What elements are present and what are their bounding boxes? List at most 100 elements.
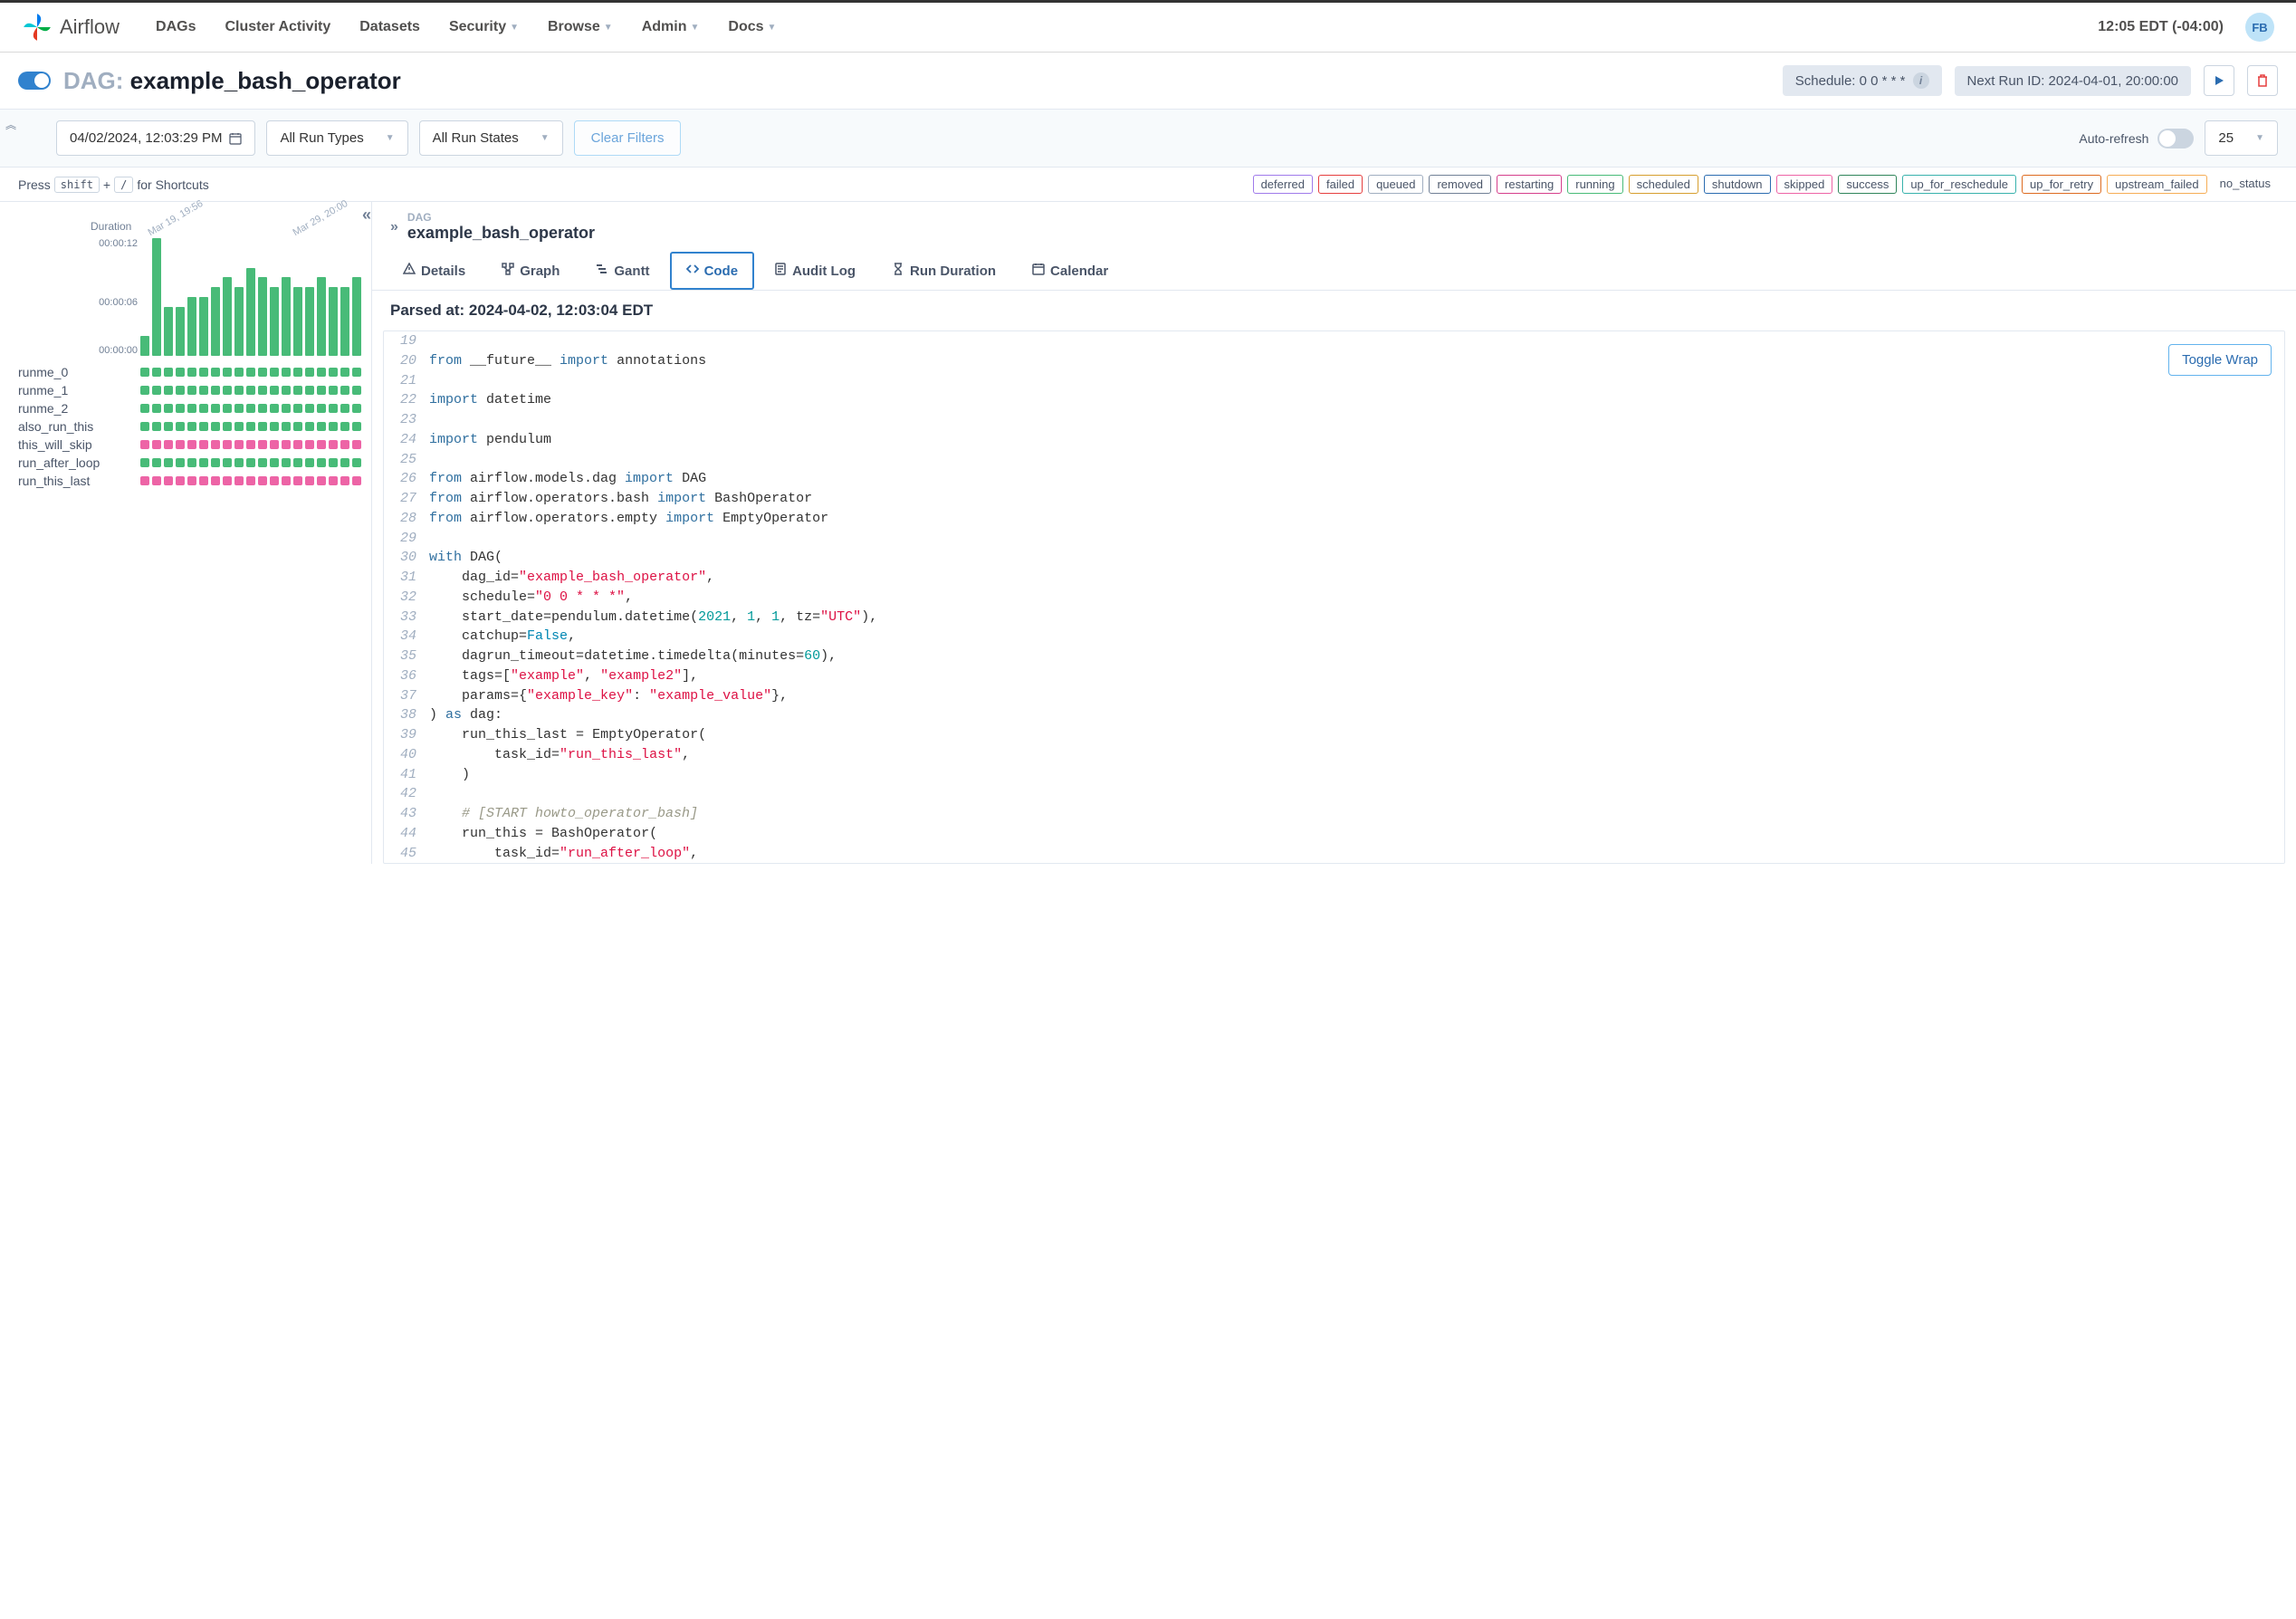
- task-instance-cell[interactable]: [340, 368, 349, 377]
- duration-bar[interactable]: [140, 336, 149, 356]
- task-instance-cell[interactable]: [164, 476, 173, 485]
- tab-run-duration[interactable]: Run Duration: [875, 252, 1012, 290]
- run-states-select[interactable]: All Run States ▼: [419, 120, 563, 156]
- duration-bar[interactable]: [305, 287, 314, 356]
- task-instance-cell[interactable]: [164, 404, 173, 413]
- task-instance-cell[interactable]: [223, 386, 232, 395]
- task-instance-cell[interactable]: [317, 368, 326, 377]
- duration-bar[interactable]: [199, 297, 208, 356]
- task-instance-cell[interactable]: [176, 422, 185, 431]
- task-instance-cell[interactable]: [164, 368, 173, 377]
- task-instance-cell[interactable]: [199, 368, 208, 377]
- task-instance-cell[interactable]: [317, 458, 326, 467]
- tab-calendar[interactable]: Calendar: [1016, 252, 1124, 290]
- task-instance-cell[interactable]: [223, 440, 232, 449]
- duration-bar[interactable]: [152, 238, 161, 356]
- task-instance-cell[interactable]: [329, 440, 338, 449]
- task-instance-cell[interactable]: [317, 422, 326, 431]
- task-instance-cell[interactable]: [340, 440, 349, 449]
- info-icon[interactable]: i: [1913, 72, 1929, 89]
- task-instance-cell[interactable]: [258, 476, 267, 485]
- task-instance-cell[interactable]: [352, 386, 361, 395]
- duration-bar[interactable]: [352, 277, 361, 356]
- tab-code[interactable]: Code: [670, 252, 755, 290]
- task-instance-cell[interactable]: [164, 440, 173, 449]
- status-pill-skipped[interactable]: skipped: [1776, 175, 1833, 194]
- task-instance-cell[interactable]: [223, 476, 232, 485]
- task-instance-cell[interactable]: [293, 440, 302, 449]
- task-instance-cell[interactable]: [176, 476, 185, 485]
- duration-bar[interactable]: [164, 307, 173, 356]
- duration-bar[interactable]: [258, 277, 267, 356]
- task-instance-cell[interactable]: [211, 458, 220, 467]
- nav-item-datasets[interactable]: Datasets: [359, 19, 420, 35]
- task-instance-cell[interactable]: [199, 476, 208, 485]
- trigger-dag-button[interactable]: [2204, 65, 2234, 96]
- status-pill-success[interactable]: success: [1838, 175, 1897, 194]
- task-instance-cell[interactable]: [293, 404, 302, 413]
- task-name[interactable]: this_will_skip: [18, 437, 140, 452]
- task-instance-cell[interactable]: [340, 458, 349, 467]
- task-instance-cell[interactable]: [293, 368, 302, 377]
- task-instance-cell[interactable]: [282, 368, 291, 377]
- tab-details[interactable]: Details: [387, 252, 482, 290]
- clear-filters-button[interactable]: Clear Filters: [574, 120, 682, 156]
- task-instance-cell[interactable]: [270, 422, 279, 431]
- task-instance-cell[interactable]: [317, 440, 326, 449]
- task-instance-cell[interactable]: [176, 386, 185, 395]
- task-instance-cell[interactable]: [223, 422, 232, 431]
- task-instance-cell[interactable]: [329, 404, 338, 413]
- task-instance-cell[interactable]: [317, 386, 326, 395]
- task-name[interactable]: run_after_loop: [18, 455, 140, 470]
- task-instance-cell[interactable]: [199, 404, 208, 413]
- task-instance-cell[interactable]: [282, 386, 291, 395]
- duration-bar[interactable]: [211, 287, 220, 356]
- task-instance-cell[interactable]: [246, 422, 255, 431]
- status-pill-failed[interactable]: failed: [1318, 175, 1363, 194]
- task-instance-cell[interactable]: [270, 404, 279, 413]
- task-instance-cell[interactable]: [352, 368, 361, 377]
- task-instance-cell[interactable]: [293, 386, 302, 395]
- task-instance-cell[interactable]: [176, 404, 185, 413]
- duration-bar[interactable]: [246, 268, 255, 357]
- tab-graph[interactable]: Graph: [485, 252, 576, 290]
- task-instance-cell[interactable]: [234, 422, 244, 431]
- task-instance-cell[interactable]: [340, 386, 349, 395]
- task-name[interactable]: runme_1: [18, 383, 140, 398]
- nav-item-docs[interactable]: Docs▼: [728, 19, 776, 35]
- task-instance-cell[interactable]: [140, 458, 149, 467]
- task-instance-cell[interactable]: [340, 476, 349, 485]
- task-instance-cell[interactable]: [199, 440, 208, 449]
- task-instance-cell[interactable]: [246, 458, 255, 467]
- duration-bar[interactable]: [187, 297, 196, 356]
- task-instance-cell[interactable]: [176, 458, 185, 467]
- task-instance-cell[interactable]: [282, 476, 291, 485]
- task-instance-cell[interactable]: [317, 476, 326, 485]
- task-instance-cell[interactable]: [187, 386, 196, 395]
- task-instance-cell[interactable]: [305, 422, 314, 431]
- task-instance-cell[interactable]: [152, 422, 161, 431]
- task-instance-cell[interactable]: [270, 386, 279, 395]
- nav-item-browse[interactable]: Browse▼: [548, 19, 613, 35]
- nav-time[interactable]: 12:05 EDT (-04:00): [2098, 19, 2224, 35]
- task-instance-cell[interactable]: [246, 440, 255, 449]
- task-instance-cell[interactable]: [270, 476, 279, 485]
- task-instance-cell[interactable]: [258, 458, 267, 467]
- duration-bar[interactable]: [234, 287, 244, 356]
- task-instance-cell[interactable]: [211, 440, 220, 449]
- task-instance-cell[interactable]: [305, 440, 314, 449]
- toggle-wrap-button[interactable]: Toggle Wrap: [2168, 344, 2272, 376]
- nav-item-admin[interactable]: Admin▼: [642, 19, 700, 35]
- task-instance-cell[interactable]: [329, 476, 338, 485]
- status-pill-queued[interactable]: queued: [1368, 175, 1423, 194]
- task-instance-cell[interactable]: [140, 368, 149, 377]
- task-instance-cell[interactable]: [140, 440, 149, 449]
- task-instance-cell[interactable]: [152, 386, 161, 395]
- task-instance-cell[interactable]: [187, 458, 196, 467]
- expand-icon[interactable]: ︽: [5, 117, 16, 132]
- tab-gantt[interactable]: Gantt: [579, 252, 665, 290]
- task-instance-cell[interactable]: [340, 404, 349, 413]
- duration-bar[interactable]: [317, 277, 326, 356]
- task-instance-cell[interactable]: [164, 386, 173, 395]
- status-pill-scheduled[interactable]: scheduled: [1629, 175, 1698, 194]
